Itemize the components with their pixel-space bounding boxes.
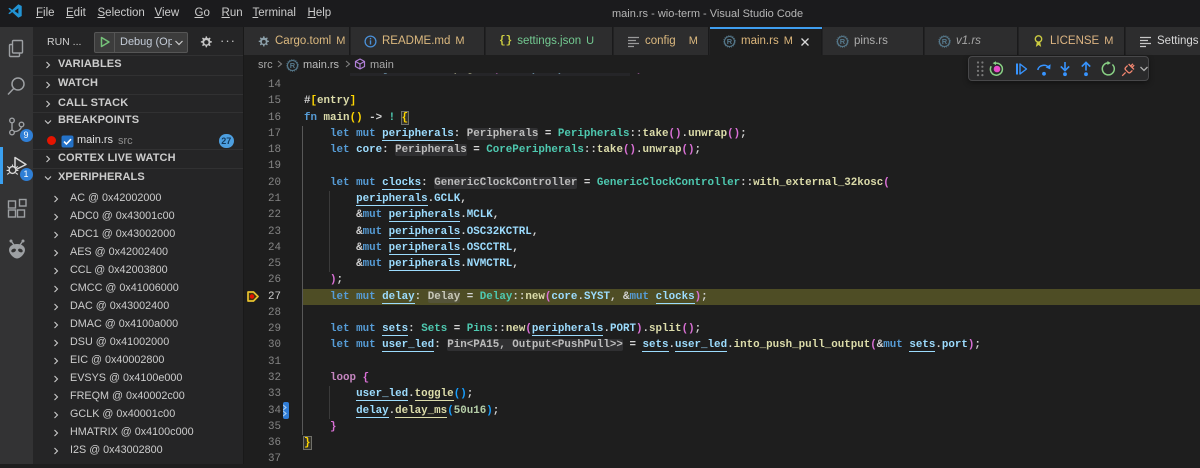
svg-text:R: R [290, 61, 296, 70]
svg-text:R: R [942, 37, 948, 46]
svg-text:R: R [727, 37, 733, 46]
svg-text:R: R [840, 37, 846, 46]
